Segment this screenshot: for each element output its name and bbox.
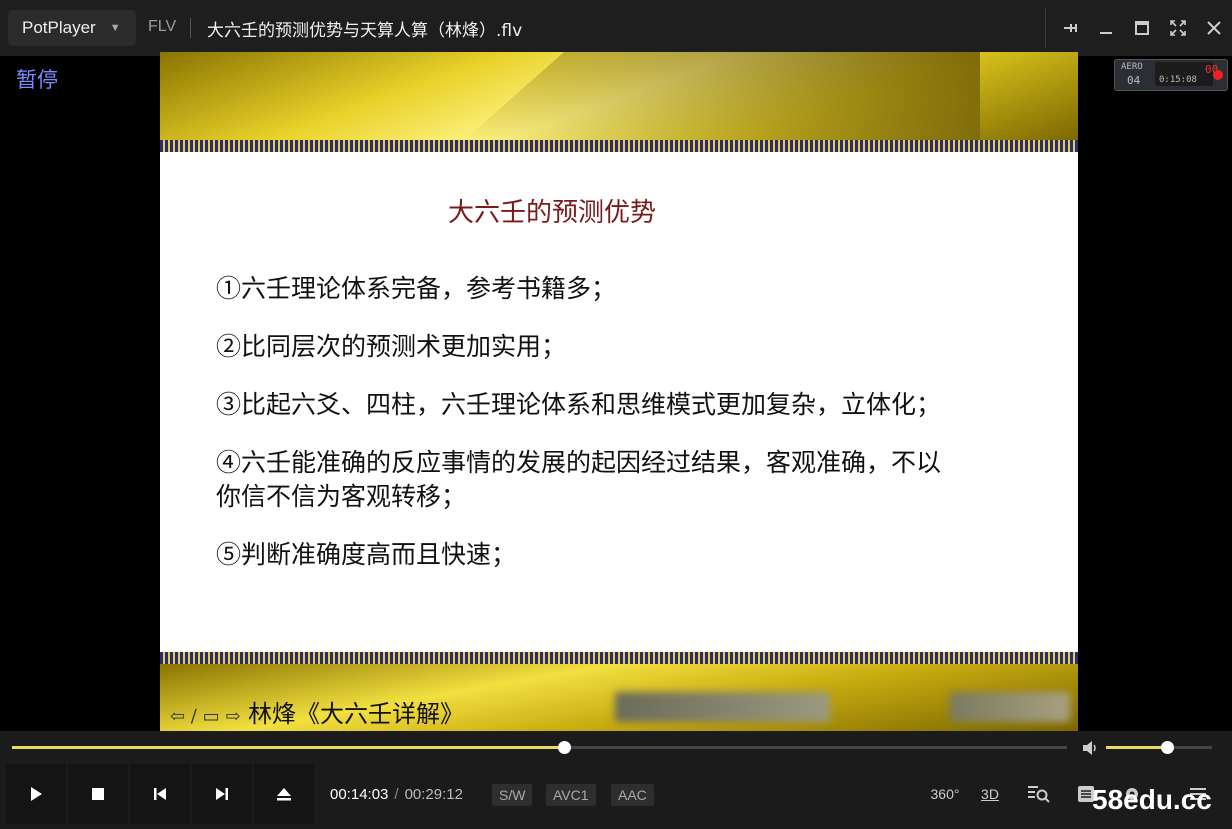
skip-back-icon: [154, 788, 166, 800]
video-frame-slide: 大六壬的预测优势 ①六壬理论体系完备，参考书籍多； ②比同层次的预测术更加实用；…: [160, 52, 1078, 731]
video-codec-badge[interactable]: AVC1: [546, 784, 596, 806]
volume-slider[interactable]: [1106, 741, 1212, 754]
maximize-icon: [1135, 21, 1149, 35]
recorder-overlay: AERO 04 00 0:15:08: [1114, 59, 1228, 91]
current-time: 00:14:03: [330, 786, 389, 803]
recorder-display: 00 0:15:08: [1155, 62, 1218, 86]
app-menu-button[interactable]: PotPlayer ▼: [8, 10, 136, 46]
slide-item: ①六壬理论体系完备，参考书籍多；: [216, 274, 617, 303]
watermark: 58edu.cc: [1092, 784, 1212, 815]
time-display: 00:14:03/00:29:12: [330, 786, 463, 803]
stop-icon: [92, 788, 104, 800]
volume-fill: [1106, 746, 1168, 749]
window-controls: [1045, 0, 1232, 56]
3d-button[interactable]: 3D: [976, 781, 1004, 807]
maximize-button[interactable]: [1124, 0, 1160, 56]
recorder-time: 0:15:08: [1159, 75, 1197, 85]
slide-item: ⑤判断准确度高而且快速；: [216, 540, 517, 569]
app-name: PotPlayer: [22, 18, 96, 37]
pin-button[interactable]: [1052, 0, 1088, 56]
fullscreen-button[interactable]: [1160, 0, 1196, 56]
decoder-badge[interactable]: S/W: [492, 784, 533, 806]
previous-button[interactable]: [130, 764, 190, 824]
minimize-button[interactable]: [1088, 0, 1124, 56]
slide-top-stripe: [160, 140, 1078, 152]
control-bar: 00:14:03/00:29:12 S/W AVC1 AAC 360° 3D 5…: [0, 731, 1232, 829]
title-bar: PotPlayer ▼ FLV 大六壬的预测优势与天算人算（林烽）.flv: [0, 0, 1232, 57]
close-icon: [1207, 21, 1221, 35]
video-area[interactable]: 暂停 AERO 04 00 0:15:08 大六壬的预测优势 ①六壬理论体系完备…: [0, 52, 1232, 731]
search-list-button[interactable]: [1024, 781, 1052, 807]
slide-title: 大六壬的预测优势: [448, 198, 657, 228]
slide-footer-title: 林烽《大六壬详解》: [248, 700, 465, 728]
slide-bottom-stripe: [160, 652, 1078, 664]
recorder-count: 04: [1127, 74, 1141, 87]
title-separator: [190, 18, 191, 38]
close-button[interactable]: [1196, 0, 1232, 56]
eject-button[interactable]: [254, 764, 314, 824]
eject-icon: [277, 788, 291, 801]
slide-footer: ⇦ ∕ ▭ ⇨ 林烽《大六壬详解》: [170, 694, 464, 729]
format-label: FLV: [148, 18, 177, 35]
skip-forward-icon: [216, 788, 228, 800]
slide-footer-nav: ⇦ ∕ ▭ ⇨: [170, 706, 241, 727]
chevron-down-icon: ▼: [109, 22, 121, 34]
pause-status: 暂停: [16, 68, 58, 92]
seek-bar-fill: [12, 746, 564, 749]
window-controls-separator: [1045, 8, 1046, 48]
slide-item: ④六壬能准确的反应事情的发展的起因经过结果，客观准确，不以你信不信为客观转移；: [216, 448, 942, 511]
volume-icon[interactable]: [1081, 740, 1099, 756]
slide-top-band: [160, 52, 1078, 144]
play-button[interactable]: [6, 764, 66, 824]
slide-item: ②比同层次的预测术更加实用；: [216, 332, 567, 361]
vr-360-button[interactable]: 360°: [928, 781, 962, 807]
seek-bar[interactable]: [12, 741, 1067, 754]
blurred-region: [950, 692, 1070, 722]
search-list-icon: [1028, 786, 1050, 803]
stop-button[interactable]: [68, 764, 128, 824]
play-icon: [31, 787, 42, 801]
3d-icon: 3D: [981, 786, 999, 802]
slide-list: ①六壬理论体系完备，参考书籍多； ②比同层次的预测术更加实用； ③比起六爻、四柱…: [216, 272, 956, 596]
next-button[interactable]: [192, 764, 252, 824]
file-title: 大六壬的预测优势与天算人算（林烽）.flv: [207, 21, 523, 41]
volume-handle[interactable]: [1161, 741, 1175, 754]
vr-360-icon: 360°: [930, 786, 960, 802]
pin-icon: [1064, 24, 1077, 32]
audio-codec-badge[interactable]: AAC: [611, 784, 654, 806]
seek-handle[interactable]: [557, 741, 571, 754]
playback-buttons: [6, 764, 316, 824]
record-dot-icon: [1213, 70, 1223, 80]
slide-item: ③比起六爻、四柱，六壬理论体系和思维模式更加复杂，立体化；: [216, 390, 942, 419]
fullscreen-icon: [1170, 20, 1186, 36]
minimize-icon: [1100, 32, 1112, 34]
recorder-label: AERO: [1121, 62, 1143, 72]
blurred-region: [615, 692, 830, 722]
total-time: 00:29:12: [404, 786, 463, 803]
